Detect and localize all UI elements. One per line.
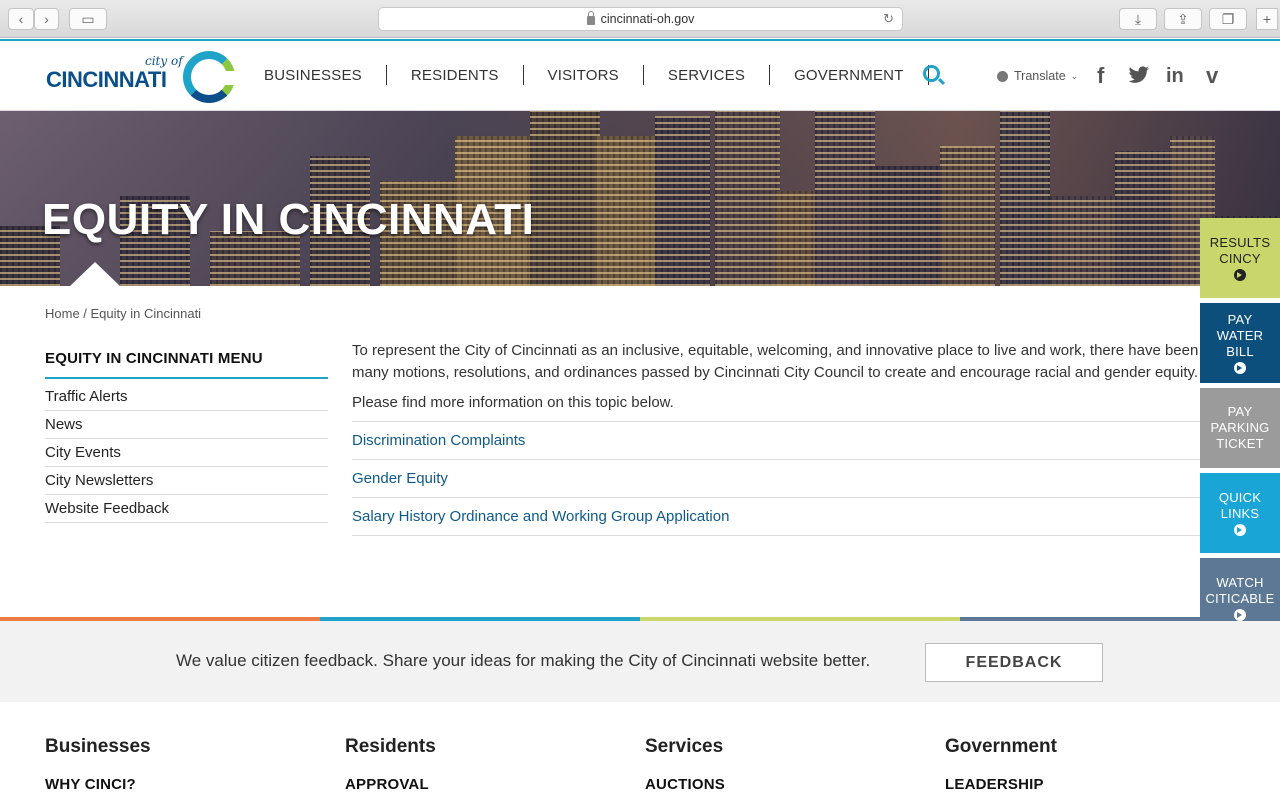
footer-link[interactable]: APPROVAL xyxy=(345,776,436,793)
logo-name: CINCINNATI xyxy=(46,67,167,92)
footer-link[interactable]: AUCTIONS xyxy=(645,776,725,793)
city-logo[interactable]: city of CINCINNATI xyxy=(45,49,236,105)
nav-services[interactable]: SERVICES xyxy=(668,67,745,84)
nav-government[interactable]: GOVERNMENT xyxy=(794,67,904,84)
tile-line: BILL xyxy=(1226,344,1254,359)
footer-heading[interactable]: Businesses xyxy=(45,736,151,758)
menu-item-traffic-alerts[interactable]: Traffic Alerts xyxy=(45,383,328,411)
hero-banner: EQUITY IN CINCINNATI xyxy=(0,111,1280,286)
globe-icon xyxy=(997,70,1008,82)
footer-heading[interactable]: Services xyxy=(645,736,725,758)
search-icon[interactable] xyxy=(923,65,940,82)
section-menu-title: EQUITY IN CINCINNATI MENU xyxy=(45,350,263,367)
nav-separator xyxy=(769,65,771,85)
hero-notch xyxy=(70,262,120,286)
nav-separator xyxy=(385,65,387,85)
menu-item-website-feedback[interactable]: Website Feedback xyxy=(45,495,328,523)
menu-item-city-newsletters[interactable]: City Newsletters xyxy=(45,467,328,495)
footer-column-services: Services AUCTIONS xyxy=(645,736,725,793)
arrow-circle-right-icon xyxy=(1234,362,1246,374)
share-icon[interactable]: ⇪ xyxy=(1164,8,1202,30)
menu-divider xyxy=(45,377,328,379)
intro-paragraph: To represent the City of Cincinnati as a… xyxy=(352,342,1199,381)
tile-quick-links[interactable]: QUICK LINKS xyxy=(1200,473,1280,553)
sidebar-icon[interactable]: ▭ xyxy=(69,8,107,30)
tile-line: TICKET xyxy=(1216,436,1264,451)
tile-line: PAY xyxy=(1227,404,1253,419)
footer-column-government: Government LEADERSHIP xyxy=(945,736,1057,793)
tile-line: PARKING xyxy=(1210,420,1270,435)
tabs-icon[interactable]: ❐ xyxy=(1209,8,1247,30)
url-text: cincinnati-oh.gov xyxy=(600,12,695,26)
main-nav: BUSINESSES RESIDENTS VISITORS SERVICES G… xyxy=(264,65,953,85)
tile-line: CITICABLE xyxy=(1205,591,1275,606)
breadcrumb[interactable]: Home / Equity in Cincinnati xyxy=(45,306,201,321)
chevron-down-icon: ⌄ xyxy=(1070,70,1079,81)
footer-heading[interactable]: Residents xyxy=(345,736,436,758)
tile-pay-parking-ticket[interactable]: PAY PARKING TICKET xyxy=(1200,388,1280,468)
lock-icon xyxy=(586,10,595,25)
arrow-circle-right-icon xyxy=(1234,609,1246,621)
browser-toolbar: ‹ › ▭ cincinnati-oh.gov ↻ ⤓ ⇪ ❐ + xyxy=(0,0,1280,38)
section-menu: Traffic Alerts News City Events City New… xyxy=(45,383,328,523)
nav-visitors[interactable]: VISITORS xyxy=(548,67,619,84)
linkedin-icon[interactable]: in xyxy=(1166,65,1184,88)
footer-link[interactable]: WHY CINCI? xyxy=(45,776,151,793)
reload-icon[interactable]: ↻ xyxy=(883,11,894,27)
main-content: To represent the City of Cincinnati as a… xyxy=(352,340,1200,536)
footer-column-businesses: Businesses WHY CINCI? xyxy=(45,736,151,793)
back-icon[interactable]: ‹ xyxy=(8,8,34,30)
link-discrimination-complaints[interactable]: Discrimination Complaints xyxy=(352,422,1200,460)
tile-line: WATER xyxy=(1216,328,1264,343)
tile-line: PAY xyxy=(1227,312,1253,327)
twitter-icon[interactable] xyxy=(1128,66,1150,84)
new-tab-icon[interactable]: + xyxy=(1256,8,1278,30)
link-gender-equity[interactable]: Gender Equity xyxy=(352,460,1200,498)
feedback-button[interactable]: FEEDBACK xyxy=(925,643,1103,682)
download-icon[interactable]: ⤓ xyxy=(1119,8,1157,30)
tile-line: RESULTS xyxy=(1209,235,1271,250)
forward-icon[interactable]: › xyxy=(34,8,59,30)
footer-heading[interactable]: Government xyxy=(945,736,1057,758)
logo-city-of: city of xyxy=(145,54,183,68)
site-header: city of CINCINNATI BUSINESSES RESIDENTS … xyxy=(0,39,1280,111)
feedback-text: We value citizen feedback. Share your id… xyxy=(176,651,871,670)
page-title: EQUITY IN CINCINNATI xyxy=(42,195,535,244)
facebook-icon[interactable]: f xyxy=(1097,63,1104,89)
tile-pay-water-bill[interactable]: PAY WATER BILL xyxy=(1200,303,1280,383)
link-salary-history-ordinance[interactable]: Salary History Ordinance and Working Gro… xyxy=(352,498,1200,536)
tile-line: WATCH xyxy=(1216,575,1264,590)
footer-column-residents: Residents APPROVAL xyxy=(345,736,436,793)
tile-line: CINCY xyxy=(1219,251,1261,266)
menu-item-news[interactable]: News xyxy=(45,411,328,439)
address-bar[interactable]: cincinnati-oh.gov ↻ xyxy=(378,7,903,31)
vimeo-icon[interactable]: v xyxy=(1206,63,1218,89)
arrow-circle-right-icon xyxy=(1234,269,1246,281)
logo-c-mark-icon xyxy=(183,51,236,103)
tile-line: LINKS xyxy=(1220,506,1260,521)
menu-item-city-events[interactable]: City Events xyxy=(45,439,328,467)
nav-separator xyxy=(522,65,524,85)
translate-dropdown[interactable]: Translate ⌄ xyxy=(997,69,1078,83)
intro-note: Please find more information on this top… xyxy=(352,394,1200,422)
nav-separator xyxy=(642,65,644,85)
nav-businesses[interactable]: BUSINESSES xyxy=(264,67,362,84)
arrow-circle-right-icon xyxy=(1234,524,1246,536)
tile-results-cincy[interactable]: RESULTS CINCY xyxy=(1200,218,1280,298)
tile-line: QUICK xyxy=(1218,490,1262,505)
nav-residents[interactable]: RESIDENTS xyxy=(411,67,499,84)
translate-label: Translate xyxy=(1014,69,1066,83)
footer-link[interactable]: LEADERSHIP xyxy=(945,776,1057,793)
